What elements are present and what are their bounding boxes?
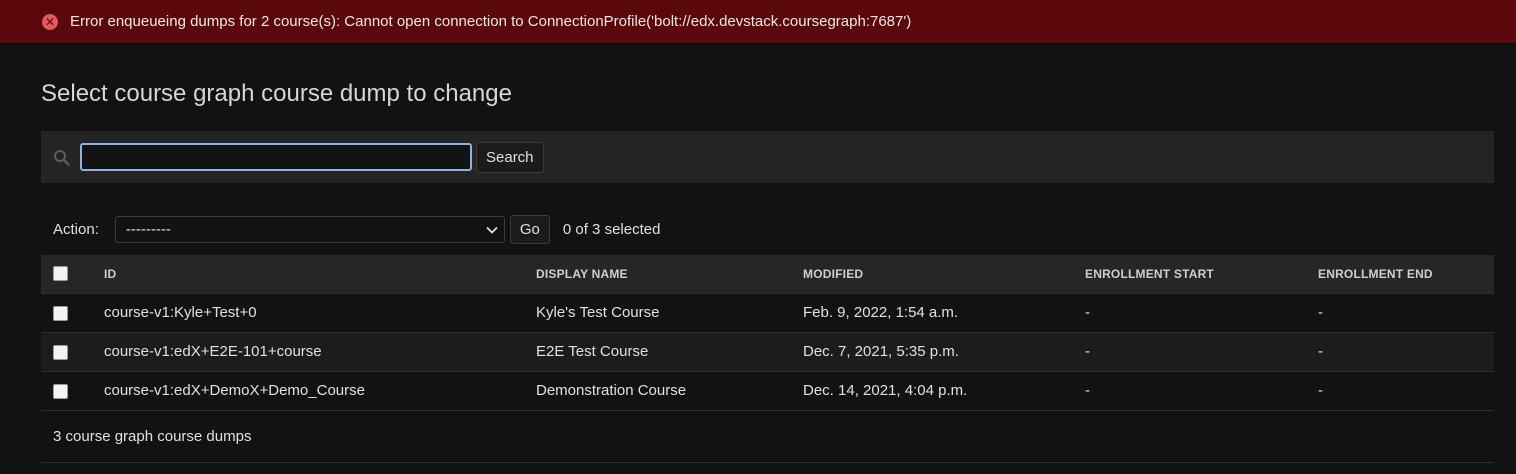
course-id-link[interactable]: course-v1:edX+E2E-101+course [103, 332, 535, 371]
modified-cell: Dec. 7, 2021, 5:35 p.m. [803, 343, 959, 360]
course-id-link[interactable]: course-v1:Kyle+Test+0 [103, 293, 535, 332]
result-count-footer: 3 course graph course dumps [41, 410, 1494, 463]
search-icon [53, 147, 73, 167]
row-checkbox[interactable] [53, 344, 68, 360]
enrollment-end-cell: - [1318, 343, 1323, 360]
enrollment-start-cell: - [1085, 304, 1090, 321]
page-title: Select course graph course dump to chang… [41, 80, 512, 107]
enrollment-end-cell: - [1318, 304, 1323, 321]
search-input[interactable] [80, 143, 472, 171]
table-row: course-v1:edX+DemoX+Demo_Course Demonstr… [41, 371, 1494, 410]
row-checkbox[interactable] [53, 305, 68, 321]
chevron-down-icon [486, 221, 498, 238]
action-bar: Action: --------- Go 0 of 3 selected [41, 214, 1494, 244]
display-name-cell: Demonstration Course [536, 382, 687, 400]
row-checkbox[interactable] [53, 383, 68, 399]
row-select-cell [41, 332, 103, 371]
enrollment-start-cell: - [1085, 343, 1090, 360]
course-id-link[interactable]: course-v1:edX+DemoX+Demo_Course [103, 371, 535, 410]
action-select[interactable]: --------- [114, 215, 505, 243]
display-name-cell: Kyle's Test Course [536, 304, 660, 321]
action-select-value: --------- [125, 220, 171, 238]
column-header-enrollment-start[interactable]: ENROLLMENT START [1084, 255, 1317, 293]
row-select-cell [41, 371, 103, 410]
main-content: Select course graph course dump to chang… [0, 43, 1516, 463]
table-row: course-v1:edX+E2E-101+course E2E Test Co… [41, 332, 1494, 371]
enrollment-start-cell: - [1085, 382, 1090, 400]
error-message-text: Error enqueueing dumps for 2 course(s): … [70, 13, 912, 30]
search-button[interactable]: Search [476, 141, 544, 173]
table-row: course-v1:Kyle+Test+0 Kyle's Test Course… [41, 293, 1494, 332]
result-count: 3 course graph course dumps [53, 428, 252, 445]
table-header-row: ID DISPLAY NAME MODIFIED ENROLLMENT STAR… [41, 255, 1494, 293]
modified-cell: Feb. 9, 2022, 1:54 a.m. [803, 304, 959, 321]
results-table: ID DISPLAY NAME MODIFIED ENROLLMENT STAR… [41, 255, 1494, 410]
row-select-cell [41, 293, 103, 332]
column-header-display-name[interactable]: DISPLAY NAME [535, 255, 802, 293]
action-label: Action: [53, 220, 99, 238]
column-header-enrollment-end[interactable]: ENROLLMENT END [1317, 255, 1494, 293]
display-name-cell: E2E Test Course [536, 343, 649, 360]
error-message-bar: ✕ Error enqueueing dumps for 2 course(s)… [0, 0, 1516, 43]
column-header-modified[interactable]: MODIFIED [802, 255, 1084, 293]
select-all-checkbox[interactable] [53, 266, 68, 282]
selection-counter: 0 of 3 selected [562, 220, 661, 238]
modified-cell: Dec. 14, 2021, 4:04 p.m. [803, 382, 968, 400]
error-circle-icon: ✕ [42, 13, 58, 30]
search-toolbar: Search [41, 131, 1494, 183]
go-button[interactable]: Go [509, 214, 550, 244]
select-all-cell [41, 255, 103, 293]
enrollment-end-cell: - [1318, 382, 1323, 400]
column-header-id[interactable]: ID [103, 255, 535, 293]
